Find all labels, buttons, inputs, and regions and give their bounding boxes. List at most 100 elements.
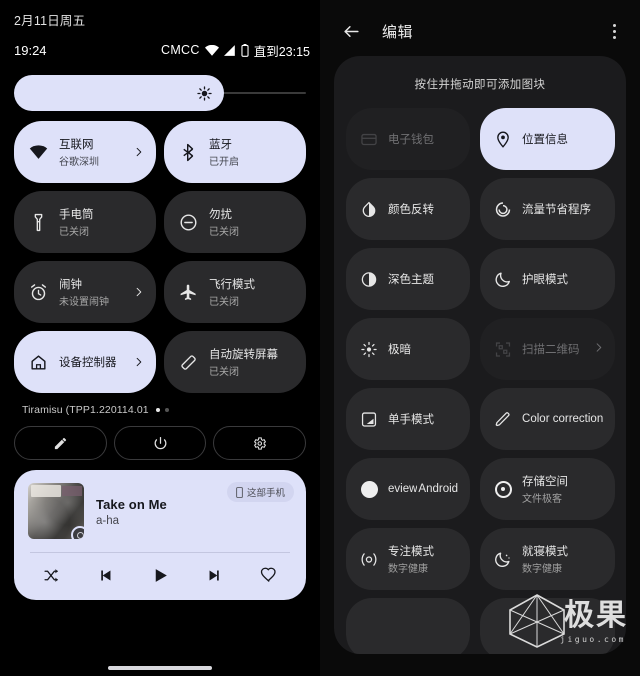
chevron-right-icon [133,287,144,298]
edit-tile-8[interactable]: 单手模式 [346,388,471,450]
do-not-disturb-icon [178,212,198,232]
bluetooth-icon [178,142,198,162]
home-indicator[interactable] [108,666,212,670]
edit-tile-4[interactable]: 深色主题 [346,248,471,310]
signal-icon [223,44,235,56]
qs-tile-subtitle: 未设置闹钟 [59,297,109,308]
previous-icon [101,570,111,580]
edit-tile-title: 护眼模式 [522,274,569,286]
pencil-icon [54,437,66,449]
media-player[interactable]: 这部手机 Take on Me a-ha [14,470,306,600]
night-light-icon [495,272,511,287]
edit-tile-9[interactable]: Color correction [480,388,616,450]
auto-rotate-icon [180,354,196,370]
qs-tile-4[interactable]: 闹钟 未设置闹钟 [14,261,156,323]
nav-bar [0,666,320,670]
arrow-back-icon [343,25,359,37]
wifi-icon [204,44,219,56]
page-dots [155,408,169,412]
brightness-slider[interactable] [14,75,306,111]
circle-filled-icon [360,480,378,498]
edit-tile-subtitle: 数字健康 [388,564,428,575]
qs-tile-title: 勿扰 [209,209,232,221]
edit-button[interactable] [14,426,107,460]
edit-tile-preview[interactable]: eview Android [346,458,471,520]
qs-tile-3[interactable]: 勿扰 已关闭 [164,191,306,253]
edit-tile-title: 存储空间 [522,476,569,488]
wallet-icon [361,133,377,145]
edit-tile-bottom-1[interactable]: 就寝模式 数字健康 [480,528,616,590]
edit-tile-title: 流量节省程序 [522,204,592,216]
back-button[interactable] [338,18,364,44]
edit-tile-title: 深色主题 [388,274,434,286]
chevron-right-icon [133,357,144,368]
edit-tile-6[interactable]: 极暗 [346,318,471,380]
quick-settings-panel: 2月11日周五 19:24 CMCC 直到23:15 互联网 谷歌深圳 蓝牙 已… [0,0,320,676]
airplane-icon [180,284,196,300]
edit-tile-1[interactable]: 位置信息 [480,108,616,170]
qs-tile-subtitle: 谷歌深圳 [59,157,99,168]
settings-button[interactable] [213,426,307,460]
qr-scan-icon [494,340,512,358]
shuffle-icon [43,568,58,582]
edit-tile-partial[interactable] [480,598,616,654]
qs-tile-6[interactable]: 设备控制器 [14,331,156,393]
page-dot[interactable] [164,408,169,412]
edit-tile-0[interactable]: 电子钱包 [346,108,471,170]
edit-tile-storage[interactable]: 存储空间 文件极客 [480,458,616,520]
invert-colors-icon [360,200,378,218]
edit-sheet: 按住并拖动即可添加图块 电子钱包 位置信息 颜色反转 流量节省程序深色主题 护眼模式极暗… [334,56,626,654]
edit-tile-bottom-0[interactable]: 专注模式 数字健康 [346,528,471,590]
color-correction-icon [495,411,510,426]
output-device-chip[interactable]: 这部手机 [226,482,294,502]
edit-tile-subtitle: 文件极客 [522,494,563,505]
qs-tile-0[interactable]: 互联网 谷歌深圳 [14,121,156,183]
qs-tile-2[interactable]: 手电筒 已关闭 [14,191,156,253]
edit-tile-2[interactable]: 颜色反转 [346,178,471,240]
alarm-icon [28,282,48,302]
qs-tile-title: 设备控制器 [59,357,117,369]
auto-rotate-icon [178,352,198,372]
play-button[interactable] [145,562,175,588]
edit-tile-5[interactable]: 护眼模式 [480,248,616,310]
bedtime-icon [494,550,512,568]
favorite-button[interactable] [254,562,284,588]
track-artist: a-ha [96,515,120,527]
output-device-label: 这部手机 [246,488,285,499]
page-dot[interactable] [155,408,160,412]
edit-tile-title: 专注模式 [388,546,434,558]
edit-tile-7[interactable]: 扫描二维码 [480,318,616,380]
qs-tile-7[interactable]: 自动旋转屏幕 已关闭 [164,331,306,393]
brightness-fill [14,75,225,111]
flashlight-icon [28,212,48,232]
home-icon [30,354,46,370]
phone-icon [236,486,243,498]
dark-theme-icon [360,270,378,288]
edit-tile-title: Color correction [522,413,604,425]
drag-hint-label: 按住并拖动即可添加图块 [414,79,546,91]
overflow-menu-icon[interactable] [602,19,626,43]
power-button[interactable] [113,426,207,460]
status-bar: 19:24 CMCC 直到23:15 [0,37,320,63]
edit-tile-title-left: eview [388,483,418,495]
qs-tile-1[interactable]: 蓝牙 已开启 [164,121,306,183]
previous-button[interactable] [91,562,121,588]
album-art [28,483,84,539]
chevron-right-icon [133,147,144,158]
one-handed-icon [360,410,378,428]
next-button[interactable] [200,562,230,588]
qs-tile-subtitle: 已关闭 [209,297,239,308]
date-label: 2月11日周五 [14,14,86,28]
edit-tile-partial[interactable] [346,598,471,654]
qs-tile-subtitle: 已关闭 [209,367,239,378]
page-title: 编辑 [382,23,414,41]
shuffle-button[interactable] [36,562,66,588]
wifi-icon [28,142,48,162]
color-correction-icon [494,410,512,428]
qs-tile-5[interactable]: 飞行模式 已关闭 [164,261,306,323]
home-icon [28,352,48,372]
available-tiles-grid: 电子钱包 位置信息 颜色反转 流量节省程序深色主题 护眼模式极暗 扫描二维码 单手模式 Col… [344,108,616,654]
edit-tile-3[interactable]: 流量节省程序 [480,178,616,240]
extra-dim-icon [361,341,377,357]
qs-tile-subtitle: 已开启 [209,157,239,168]
